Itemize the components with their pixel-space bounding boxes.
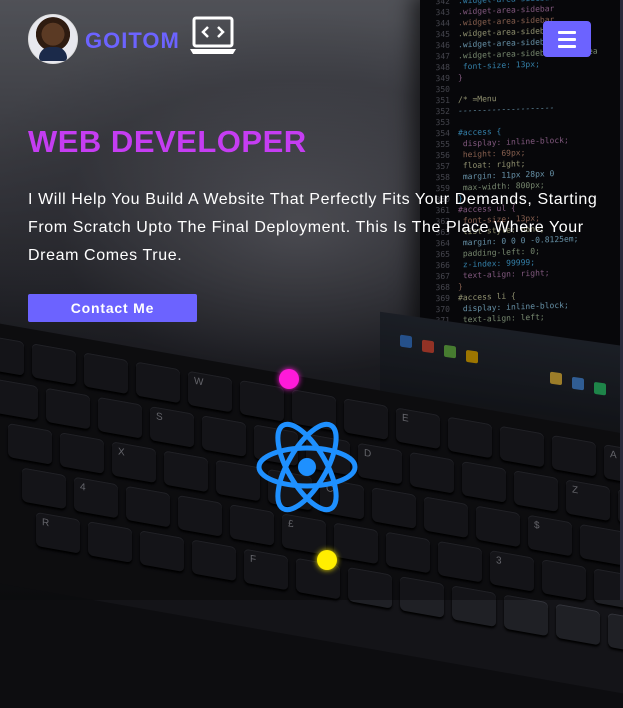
hero-title: WEB DEVELOPER [28, 124, 307, 159]
brand-name[interactable]: GOITOM [85, 28, 180, 54]
contact-me-button[interactable]: Contact Me [28, 294, 197, 322]
avatar [28, 14, 78, 64]
react-icon [256, 421, 358, 513]
keyboard-key [608, 612, 623, 655]
yellow-dot [317, 550, 337, 570]
keyboard-key [504, 594, 548, 637]
hero-description: I Will Help You Build A Website That Per… [28, 191, 598, 264]
laptop-code-icon [190, 16, 236, 54]
menu-toggle-button[interactable] [543, 21, 591, 57]
keyboard-key [556, 603, 600, 646]
hamburger-icon [558, 45, 576, 48]
hamburger-icon [558, 31, 576, 34]
navbar: GOITOM [28, 14, 591, 64]
hamburger-icon [558, 38, 576, 41]
magenta-dot [279, 369, 299, 389]
